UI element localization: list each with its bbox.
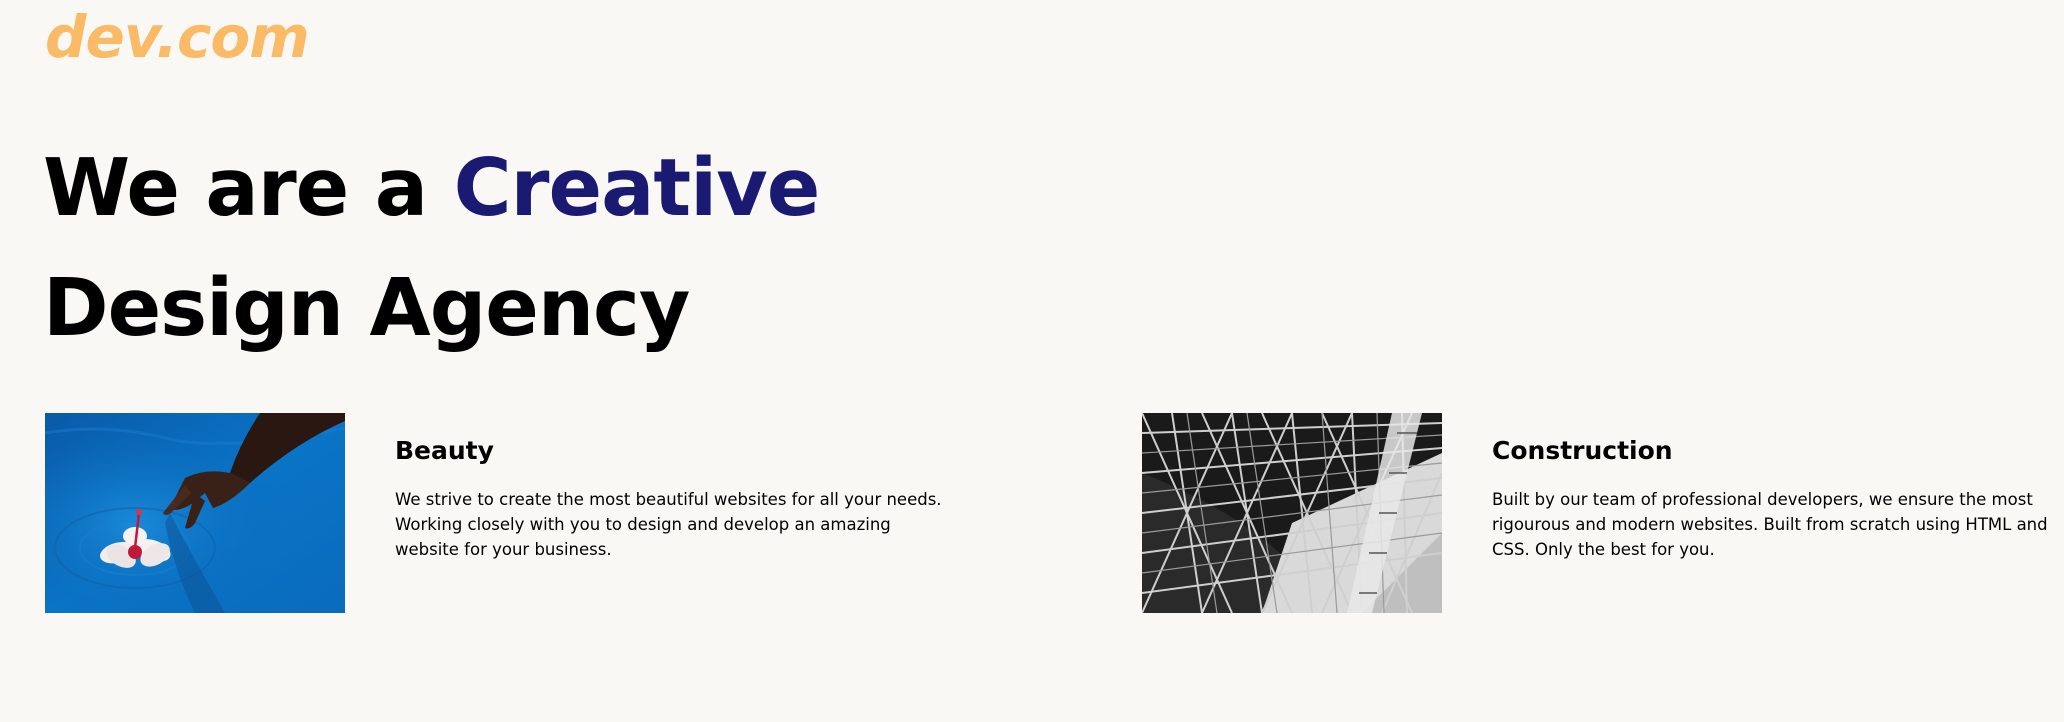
construction-image bbox=[1142, 413, 1442, 613]
construction-title: Construction bbox=[1492, 436, 1673, 465]
logo-link[interactable]: dev.com bbox=[45, 2, 310, 72]
hero-heading: We are a Creative Design Agency bbox=[43, 128, 821, 368]
construction-description: Built by our team of professional develo… bbox=[1492, 490, 2048, 559]
beauty-image bbox=[45, 413, 345, 613]
hero-highlight: Creative bbox=[453, 142, 821, 234]
beauty-title: Beauty bbox=[395, 436, 494, 465]
hero-line-1: We are a Creative bbox=[43, 128, 821, 248]
hero-prefix: We are a bbox=[43, 142, 454, 234]
hero-line-2: Design Agency bbox=[43, 262, 690, 354]
beauty-description: We strive to create the most beautiful w… bbox=[395, 490, 942, 559]
